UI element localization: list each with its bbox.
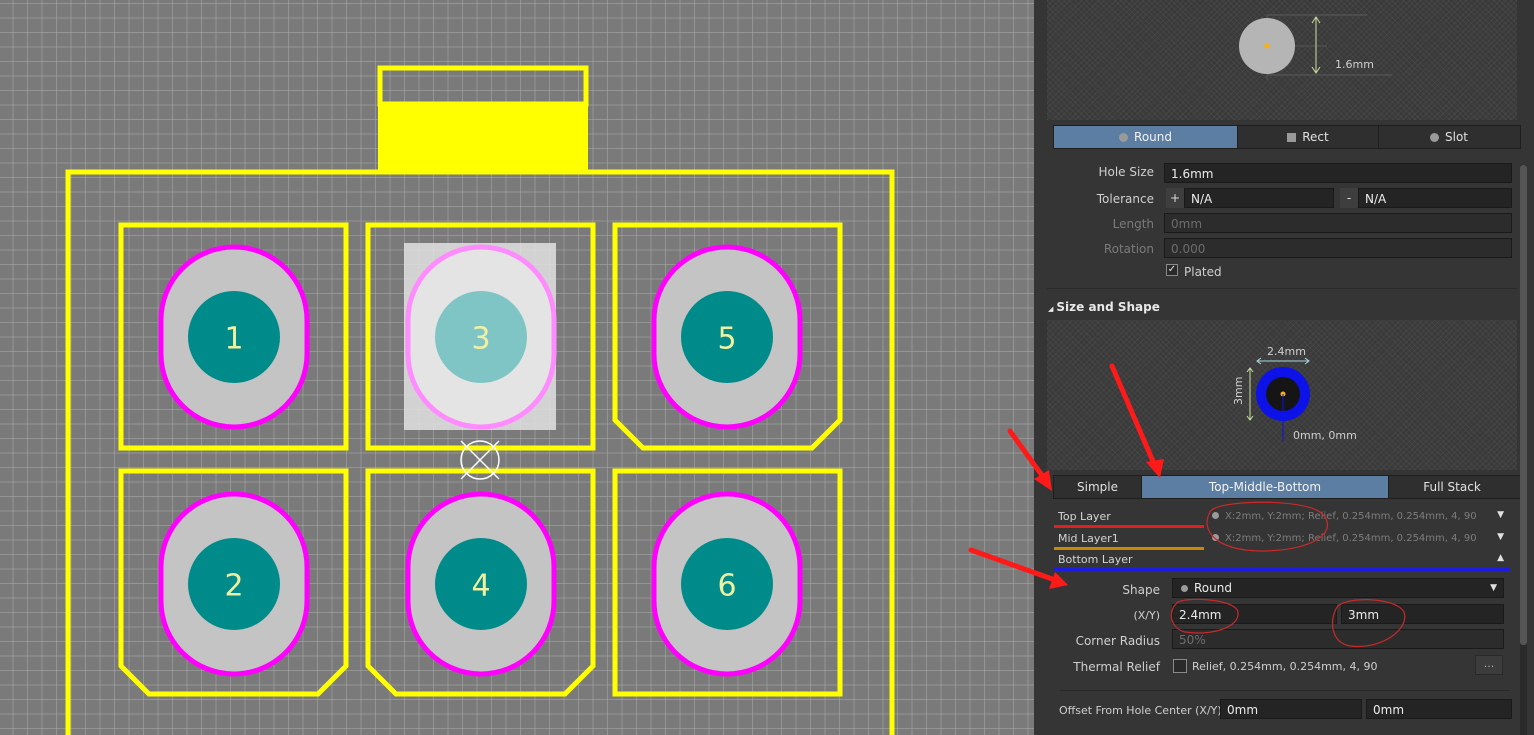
red-arrow-icon bbox=[1109, 363, 1164, 478]
red-circle-annotation bbox=[1170, 501, 1406, 648]
red-arrow-icon bbox=[1007, 428, 1052, 491]
annotation-overlay bbox=[968, 363, 1406, 648]
red-arrow-icon bbox=[968, 547, 1068, 589]
